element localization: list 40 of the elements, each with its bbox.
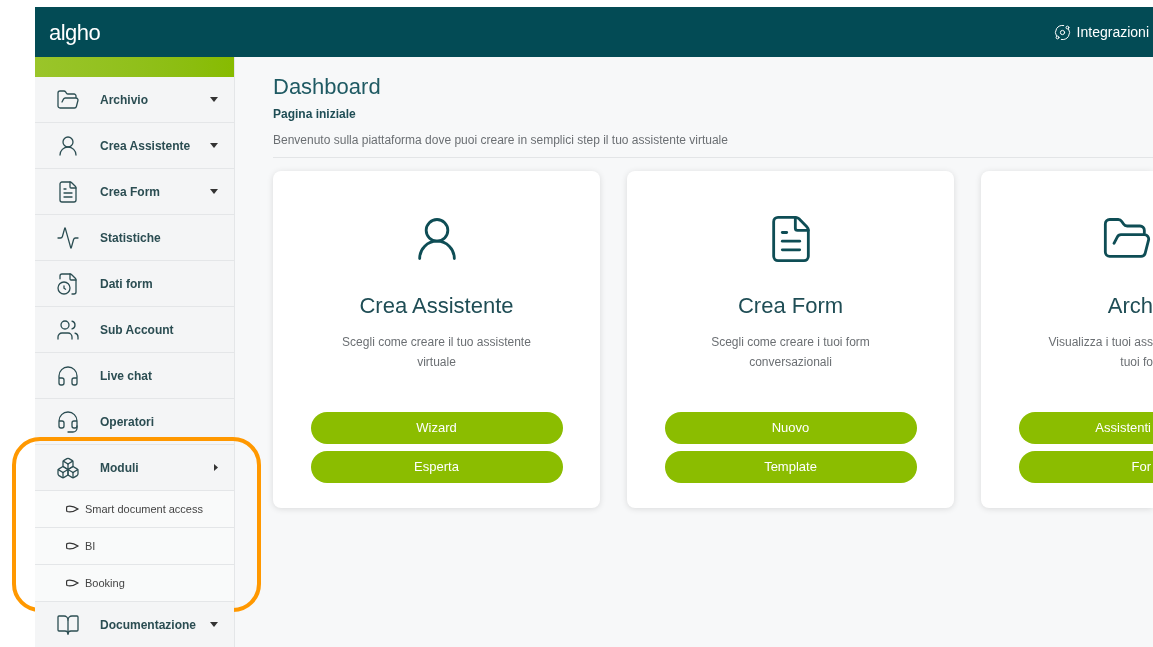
- folder-icon: [56, 87, 80, 112]
- caret-icon: [210, 622, 218, 627]
- card-description: Scegli come creare i tuoi form: [711, 334, 870, 351]
- submenu-label: Smart document access: [85, 501, 203, 517]
- integrations-icon: [1053, 23, 1071, 41]
- headset-icon: [56, 409, 80, 434]
- people-icon: [56, 317, 80, 342]
- card-description: Scegli come creare il tuo assistente: [342, 334, 531, 351]
- submenu-item[interactable]: BI: [35, 528, 234, 565]
- caret-icon: [210, 189, 218, 194]
- submenu-item[interactable]: Booking: [35, 565, 234, 602]
- active-item-background[interactable]: [35, 57, 234, 77]
- document-clock-icon: [56, 271, 80, 296]
- caret-icon: [210, 97, 218, 102]
- page-title: Dashboard: [273, 73, 382, 101]
- bullet-icon: [66, 579, 79, 587]
- book-icon: [56, 612, 80, 637]
- card-title: Crea Form: [737, 292, 844, 320]
- card-title: Arch: [1107, 292, 1153, 320]
- logo[interactable]: algho: [49, 15, 101, 49]
- headphones-icon: [56, 363, 80, 388]
- person-icon: [56, 133, 80, 158]
- bullet-icon: [66, 542, 79, 550]
- submenu-item[interactable]: Smart document access: [35, 491, 234, 528]
- caret-icon: [210, 143, 218, 148]
- card-description: virtuale: [417, 354, 456, 371]
- card-description: Visualizza i tuoi ass: [1048, 334, 1153, 351]
- submenu-label: BI: [85, 538, 96, 554]
- card-title: Crea Assistente: [359, 292, 514, 320]
- document-icon: [56, 179, 80, 204]
- caret-icon: [214, 464, 218, 471]
- bullet-icon: [66, 505, 79, 513]
- card-description: conversazionali: [749, 354, 832, 371]
- submenu-label: Booking: [85, 575, 125, 591]
- card-description: tuoi fo: [1120, 354, 1153, 371]
- page-description: Benvenuto sulla piattaforma dove puoi creare in semplici step il tuo assistente virtuale: [273, 132, 729, 149]
- line-chart-icon: [56, 225, 80, 250]
- boxes-icon: [56, 455, 80, 480]
- integrations-button[interactable]: Integrazioni: [1053, 21, 1149, 43]
- page-subtitle: Pagina iniziale: [273, 106, 357, 123]
